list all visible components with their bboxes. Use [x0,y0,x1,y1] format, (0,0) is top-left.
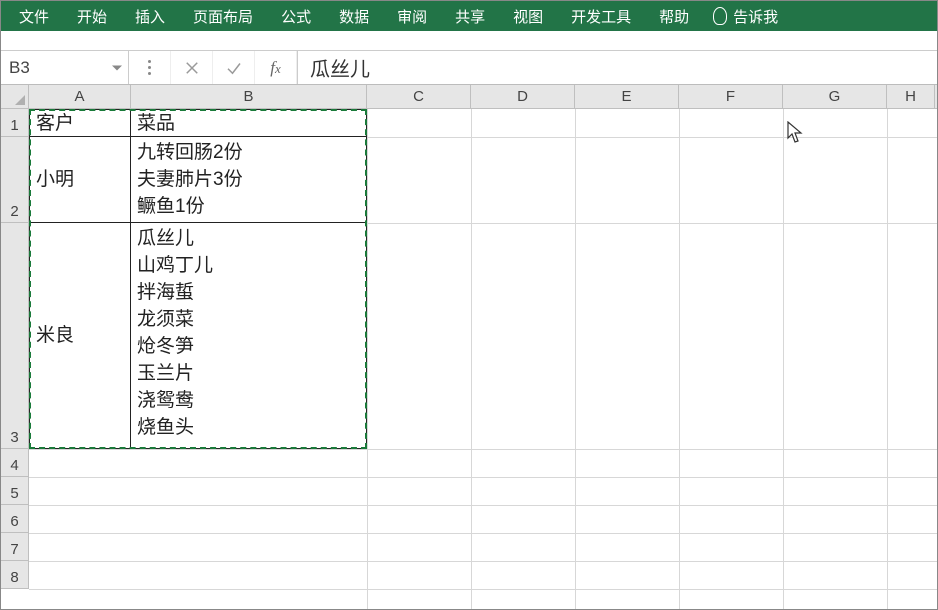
tab-view[interactable]: 视图 [499,2,557,31]
tab-data[interactable]: 数据 [325,2,383,31]
col-header-e[interactable]: E [575,85,679,108]
cell-grid[interactable]: 客户 菜品 小明 九转回肠2份 夫妻肺片3份 鳜鱼1份 米良 瓜丝儿 山鸡丁儿 … [29,109,937,589]
worksheet: A B C D E F G H 1 2 3 4 5 6 7 8 客户 [1,85,937,589]
check-icon [225,59,243,77]
row-header-1[interactable]: 1 [1,109,29,137]
chevron-down-icon [112,65,122,70]
formula-bar: B3 fx 瓜丝儿 [1,51,937,85]
col-header-c[interactable]: C [367,85,471,108]
options-icon[interactable] [129,51,171,84]
formula-input[interactable]: 瓜丝儿 [297,51,937,84]
col-header-h[interactable]: H [887,85,935,108]
cell-a3[interactable]: 米良 [29,223,131,449]
cell-a1[interactable]: 客户 [29,109,131,137]
x-icon [183,59,201,77]
cell-a2[interactable]: 小明 [29,137,131,223]
column-headers: A B C D E F G H [1,85,937,109]
formula-value: 瓜丝儿 [310,53,370,82]
tab-help[interactable]: 帮助 [645,2,703,31]
row-headers: 1 2 3 4 5 6 7 8 [1,109,29,589]
ribbon-spacer [1,31,937,51]
row-header-4[interactable]: 4 [1,449,29,477]
tab-insert[interactable]: 插入 [121,2,179,31]
cell-b3[interactable]: 瓜丝儿 山鸡丁儿 拌海蜇 龙须菜 炝冬笋 玉兰片 浇鸳鸯 烧鱼头 [131,223,367,449]
col-header-b[interactable]: B [131,85,367,108]
row-header-5[interactable]: 5 [1,477,29,505]
select-all-corner[interactable] [1,85,29,108]
row-header-2[interactable]: 2 [1,137,29,223]
cell-b2[interactable]: 九转回肠2份 夫妻肺片3份 鳜鱼1份 [131,137,367,223]
tab-formulas[interactable]: 公式 [267,2,325,31]
tell-me[interactable]: 告诉我 [733,2,792,31]
row-header-3[interactable]: 3 [1,223,29,449]
tab-file[interactable]: 文件 [5,2,63,31]
col-header-a[interactable]: A [29,85,131,108]
tab-review[interactable]: 审阅 [383,2,441,31]
row-header-7[interactable]: 7 [1,533,29,561]
lightbulb-icon [713,7,727,25]
tab-pagelayout[interactable]: 页面布局 [179,2,267,31]
insert-function-button[interactable]: fx [255,51,297,84]
name-box-value: B3 [9,58,30,78]
fx-icon: fx [270,58,281,78]
row-header-8[interactable]: 8 [1,561,29,589]
cell-b1[interactable]: 菜品 [131,109,367,137]
ribbon: 文件 开始 插入 页面布局 公式 数据 审阅 共享 视图 开发工具 帮助 告诉我 [1,1,937,31]
name-box[interactable]: B3 [1,51,129,84]
row-header-6[interactable]: 6 [1,505,29,533]
enter-button[interactable] [213,51,255,84]
col-header-f[interactable]: F [679,85,783,108]
col-header-g[interactable]: G [783,85,887,108]
tab-home[interactable]: 开始 [63,2,121,31]
tab-share[interactable]: 共享 [441,2,499,31]
tab-developer[interactable]: 开发工具 [557,2,645,31]
col-header-d[interactable]: D [471,85,575,108]
cancel-button[interactable] [171,51,213,84]
